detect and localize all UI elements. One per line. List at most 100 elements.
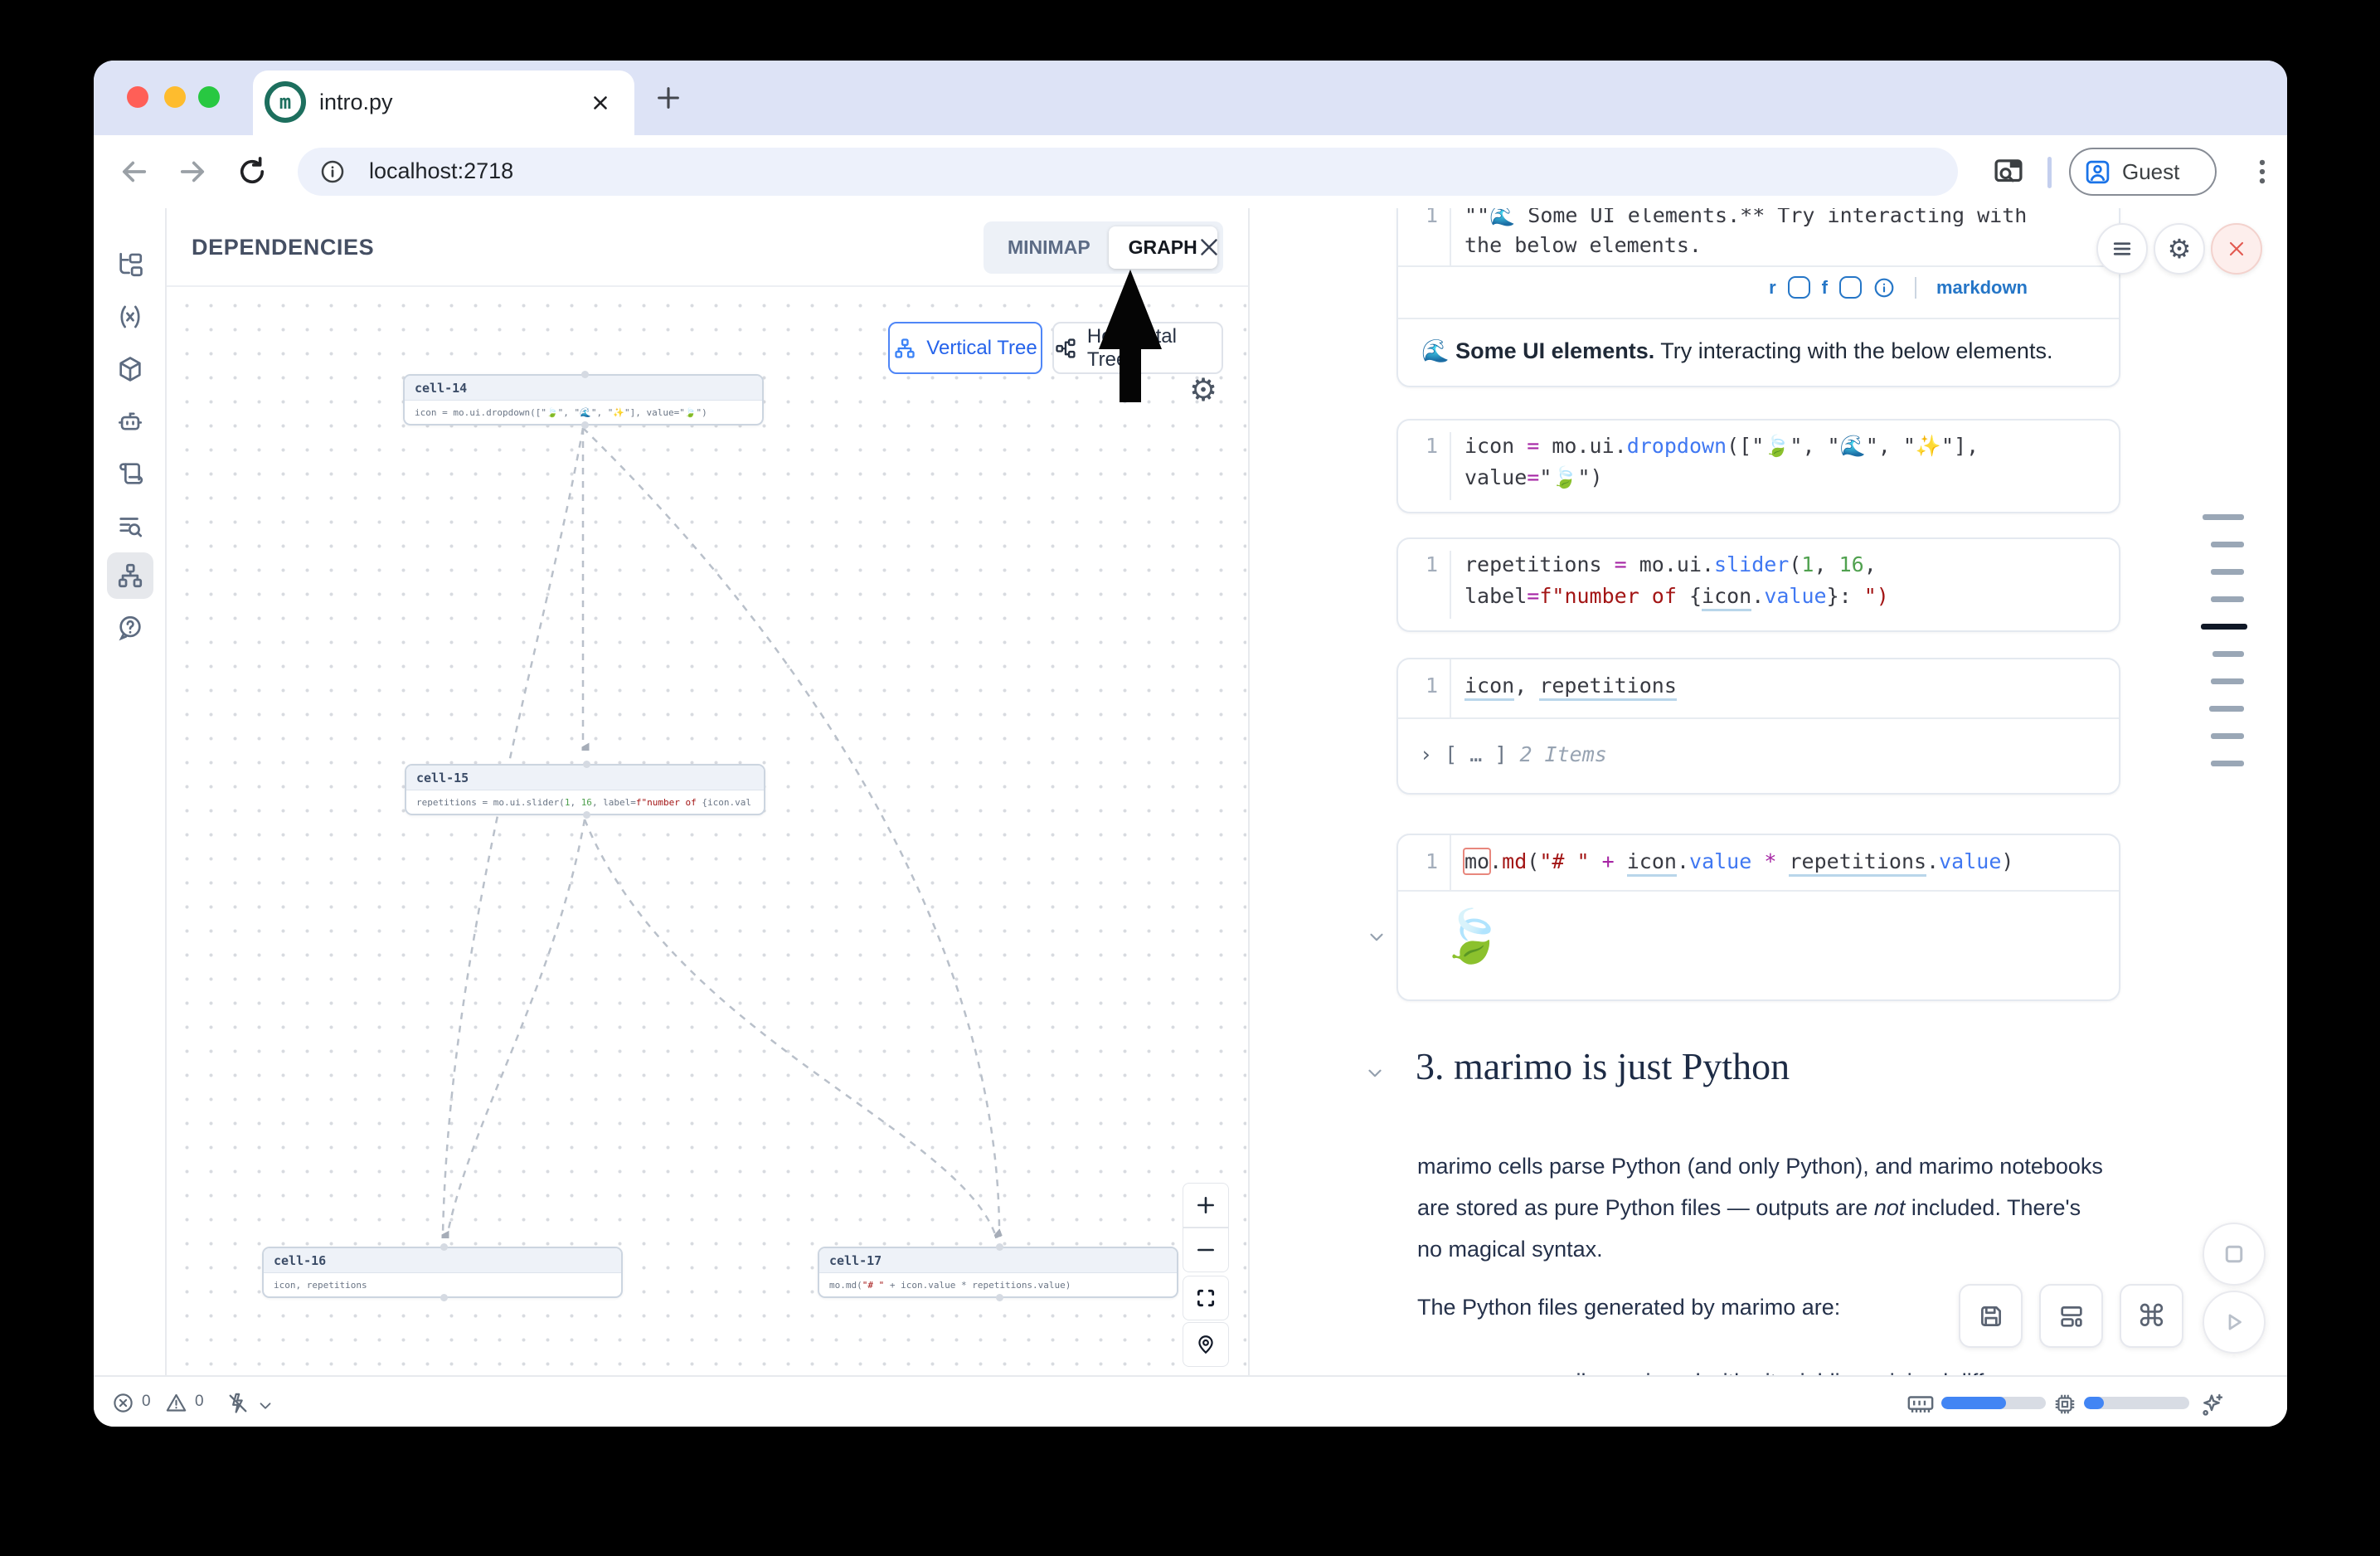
node-handle [440, 1294, 448, 1301]
node-handle [996, 1243, 1003, 1251]
memory-icon[interactable] [1906, 1392, 1935, 1417]
node-handle [581, 421, 589, 429]
footer-f-toggle[interactable] [1839, 276, 1862, 299]
code-line[interactable]: icon, repetitions [1464, 673, 1677, 698]
cell-divider [1398, 265, 2119, 267]
graph-edges [167, 289, 1246, 1375]
code-line[interactable]: mo.md("# " + icon.value * repetitions.va… [1464, 849, 2013, 873]
locate-node-button[interactable] [1183, 1322, 1229, 1367]
zoom-in-button[interactable] [1183, 1183, 1229, 1228]
graph-node-cell-14[interactable]: cell-14 icon = mo.ui.dropdown(["🍃", "🌊",… [403, 374, 764, 425]
panel-close-icon[interactable] [1195, 233, 1223, 261]
error-count: 0 [142, 1377, 151, 1427]
node-code: icon, repetitions [264, 1273, 621, 1296]
warnings-icon[interactable] [165, 1392, 187, 1414]
notebook-menu-button[interactable] [2096, 223, 2148, 275]
minimap-cell-marker-active[interactable] [2201, 624, 2247, 630]
graph-settings-gear-icon[interactable]: ⚙ [1189, 372, 1217, 409]
shutdown-button[interactable] [2211, 223, 2262, 275]
sidebar-item-packages[interactable] [107, 346, 153, 392]
code-line[interactable]: repetitions = mo.ui.slider(1, 16, [1464, 552, 1877, 576]
minimap-cell-marker[interactable] [2203, 514, 2244, 520]
layout-toggle-button[interactable] [2039, 1284, 2103, 1348]
cpu-icon[interactable] [2052, 1392, 2077, 1417]
variables-icon [116, 303, 144, 331]
footer-r-label[interactable]: r [1769, 277, 1776, 299]
ai-sparkle-icon[interactable] [2198, 1392, 2225, 1418]
cell-divider [1398, 717, 2119, 719]
code-line[interactable]: label=f"number of {icon.value}: ") [1464, 584, 1889, 608]
minimap-cell-marker[interactable] [2209, 706, 2244, 712]
code-line[interactable]: icon = mo.ui.dropdown(["🍃", "🌊", "✨"], [1464, 434, 1979, 459]
graph-node-cell-15[interactable]: cell-15 repetitions = mo.ui.slider(1, 16… [405, 764, 765, 815]
sidebar-item-snippets[interactable] [107, 450, 153, 497]
robot-icon [116, 407, 144, 435]
code-line[interactable]: value="🍃") [1464, 465, 1603, 490]
footer-r-toggle[interactable] [1788, 276, 1810, 299]
cell-dropdown[interactable]: 1 icon = mo.ui.dropdown(["🍃", "🌊", "✨"],… [1396, 419, 2120, 513]
footer-info-icon[interactable] [1873, 277, 1895, 299]
new-tab-button[interactable] [654, 84, 682, 112]
sidebar-item-variables[interactable] [107, 294, 153, 340]
cell-md-expression[interactable]: 1 mo.md("# " + icon.value * repetitions.… [1396, 834, 2120, 1001]
graph-node-cell-17[interactable]: cell-17 mo.md("# " + icon.value * repeti… [818, 1247, 1178, 1298]
sidebar-item-logs[interactable] [107, 503, 153, 549]
zoom-out-button[interactable] [1183, 1228, 1229, 1272]
dependency-graph-canvas[interactable]: Vertical Tree Horizontal Tree ⚙ cell-14 … [167, 289, 1246, 1375]
code-line[interactable]: ""🌊 Some UI elements.** Try interacting … [1464, 208, 2027, 228]
gutter-divider [1450, 551, 1451, 619]
panel-title: DEPENDENCIES [192, 208, 374, 287]
window-zoom-button[interactable] [198, 86, 220, 108]
sidebar-item-dependencies[interactable] [107, 552, 153, 599]
footer-divider [1915, 277, 1916, 299]
save-button[interactable] [1959, 1284, 2023, 1348]
cell-slider[interactable]: 1 repetitions = mo.ui.slider(1, 16, labe… [1396, 537, 2120, 632]
minimap-cell-marker[interactable] [2211, 542, 2244, 547]
tab-close-icon[interactable] [590, 92, 611, 114]
site-info-icon[interactable] [319, 158, 346, 185]
minimap-cell-marker[interactable] [2211, 761, 2244, 766]
minimap-cell-marker[interactable] [2212, 651, 2244, 657]
section-collapse-chevron-icon[interactable] [1364, 1062, 1386, 1084]
sidebar-item-file-explorer[interactable] [107, 241, 153, 288]
reload-icon[interactable] [235, 154, 270, 189]
minimap-cell-marker[interactable] [2211, 569, 2244, 575]
vertical-tree-button[interactable]: Vertical Tree [888, 322, 1042, 374]
window-minimize-button[interactable] [164, 86, 186, 108]
chevron-down-icon[interactable] [256, 1397, 274, 1415]
notebook-settings-button[interactable]: ⚙ [2154, 223, 2205, 275]
graph-node-cell-16[interactable]: cell-16 icon, repetitions [262, 1247, 623, 1298]
tab-search-icon[interactable] [1991, 154, 2026, 189]
cell-markdown-intro[interactable]: 1 ""🌊 Some UI elements.** Try interactin… [1396, 208, 2120, 387]
sidebar-item-help[interactable] [107, 605, 153, 651]
line-number: 1 [1406, 849, 1438, 873]
app-sidebar [94, 208, 167, 1375]
cell-language-label[interactable]: markdown [1936, 277, 2028, 299]
address-bar[interactable]: localhost:2718 [298, 148, 1958, 196]
cell-tuple[interactable]: 1 icon, repetitions › [ … ] 2 Items [1396, 658, 2120, 795]
minimap-cell-marker[interactable] [2211, 678, 2244, 684]
markdown-output: 🌊 Some UI elements. Try interacting with… [1421, 338, 2052, 364]
footer-f-label[interactable]: f [1822, 277, 1828, 299]
guest-label: Guest [2122, 149, 2179, 194]
profile-button[interactable]: Guest [2069, 148, 2217, 196]
stop-kernel-button[interactable] [2203, 1223, 2266, 1286]
tab-strip: m intro.py [94, 61, 2287, 135]
run-all-button[interactable] [2203, 1291, 2266, 1354]
browser-menu-icon[interactable] [2246, 156, 2278, 187]
forward-icon[interactable] [175, 154, 210, 189]
toggle-minimap[interactable]: MINIMAP [989, 236, 1109, 259]
minimap-cell-marker[interactable] [2211, 596, 2244, 602]
autorun-disabled-icon[interactable] [226, 1392, 250, 1415]
minimap-cell-marker[interactable] [2211, 733, 2244, 739]
keyboard-shortcuts-button[interactable]: ⌘ [2120, 1284, 2183, 1348]
sidebar-item-ai-assistant[interactable] [107, 398, 153, 445]
back-icon[interactable] [117, 154, 152, 189]
browser-tab[interactable]: m intro.py [253, 71, 634, 135]
errors-icon[interactable] [112, 1392, 134, 1414]
code-line[interactable]: the below elements. [1464, 233, 1702, 257]
window-close-button[interactable] [127, 86, 148, 108]
collapsed-output[interactable]: › [ … ] 2 Items [1420, 742, 1607, 766]
output-collapse-chevron-icon[interactable] [1366, 926, 1387, 948]
fit-view-button[interactable] [1183, 1276, 1229, 1320]
